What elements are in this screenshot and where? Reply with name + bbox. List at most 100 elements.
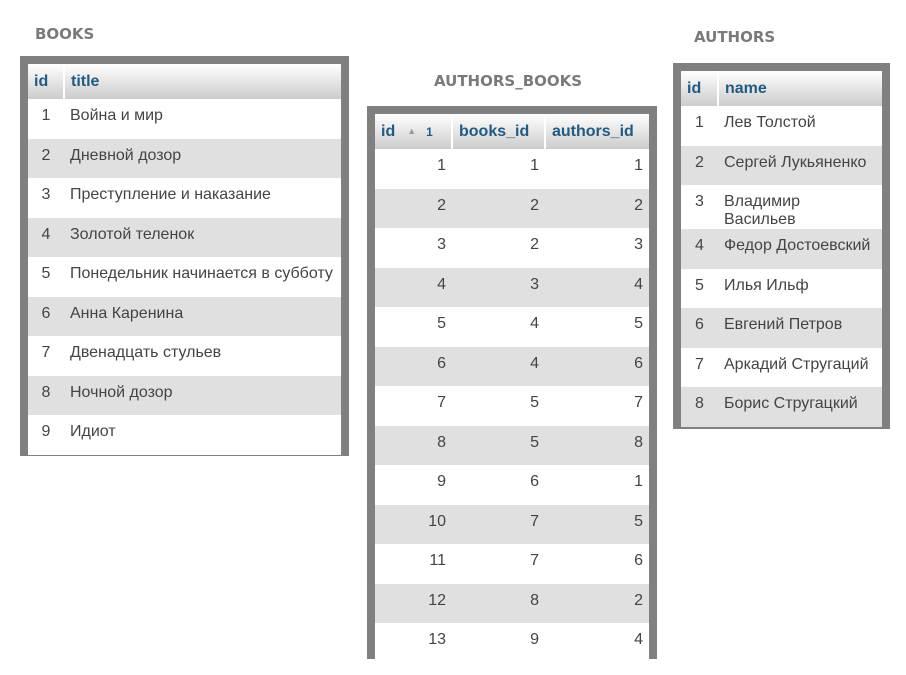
cell-id: 2 [375,188,452,228]
cell-id: 8 [375,425,452,465]
authors-row[interactable]: 8 Борис Стругацкий [681,387,882,427]
books-caption: BOOKS [35,25,95,43]
cell-books-id: 5 [452,425,545,465]
books-header-row: id title [28,64,341,99]
authors-row[interactable]: 1 Лев Толстой [681,106,882,146]
books-row[interactable]: 7 Двенадцать стульев [28,336,341,376]
cell-id: 6 [681,308,718,348]
books-col-title[interactable]: title [64,64,341,99]
cell-name: Евгений Петров [718,308,882,348]
cell-books-id: 9 [452,623,545,663]
authors-table-frame: id name 1 Лев Толстой 2 Сергей Лукьяненко 3 В… [673,63,890,429]
cell-id: 6 [28,296,64,336]
cell-books-id: 7 [452,544,545,584]
cell-id: 6 [375,346,452,386]
cell-title: Дневной дозор [64,138,341,178]
cell-name: Сергей Лукьяненко [718,145,882,185]
authors-row[interactable]: 5 Илья Ильф [681,268,882,308]
books-row[interactable]: 6 Анна Каренина [28,296,341,336]
authors-books-row[interactable]: 961 [375,465,649,505]
authors-books-row[interactable]: 13 9 4 [375,623,649,663]
cell-id: 8 [681,387,718,427]
cell-id: 12 [375,583,452,623]
books-row[interactable]: 4 Золотой теленок [28,217,341,257]
authors-col-id[interactable]: id [681,71,719,106]
authors-books-row[interactable]: 434 [375,267,649,307]
authors-row[interactable]: 7 Аркадий Стругаций [681,347,882,387]
cell-books-id: 2 [452,188,545,228]
authors-books-row[interactable]: 12 8 2 [375,583,649,623]
authors-books-table: id ▲ 1 books_id authors_id 111222323434545… [375,114,649,663]
authors-books-row[interactable]: 222 [375,188,649,228]
cell-authors-id: 1 [545,465,649,505]
authors-caption: AUTHORS [694,28,776,46]
authors-books-row[interactable]: 111 [375,149,649,189]
cell-id: 13 [375,623,452,663]
cell-authors-id: 6 [545,346,649,386]
cell-title: Преступление и наказание [64,178,341,218]
authors-books-row[interactable]: 646 [375,346,649,386]
sort-ascending-icon[interactable]: ▲ [407,126,416,136]
cell-books-id: 3 [452,267,545,307]
cell-id: 2 [681,145,718,185]
authors-body: 1 Лев Толстой 2 Сергей Лукьяненко 3 Владимир … [681,106,882,427]
sort-order: 1 [426,124,433,139]
cell-id: 5 [375,307,452,347]
authors-row[interactable]: 6 Евгений Петров [681,308,882,348]
cell-title: Золотой теленок [64,217,341,257]
authors-row[interactable]: 2 Сергей Лукьяненко [681,145,882,185]
cell-name: Илья Ильф [718,268,882,308]
cell-authors-id: 7 [545,386,649,426]
cell-authors-id: 5 [545,307,649,347]
books-row[interactable]: 2 Дневной дозор [28,138,341,178]
cell-title: Понедельник начинается в субботу [64,257,341,297]
authors-books-row[interactable]: 323 [375,228,649,268]
books-row[interactable]: 5 Понедельник начинается в субботу [28,257,341,297]
cell-authors-id: 3 [545,228,649,268]
cell-id: 11 [375,544,452,584]
cell-name: Владимир Васильев [718,185,882,229]
cell-id: 9 [375,465,452,505]
authors-books-row[interactable]: 858 [375,425,649,465]
cell-id: 7 [28,336,64,376]
authors-books-row[interactable]: 11 7 6 [375,544,649,584]
cell-name: Лев Толстой [718,106,882,146]
authors-books-row[interactable]: 757 [375,386,649,426]
cell-books-id: 7 [452,504,545,544]
cell-authors-id: 2 [545,583,649,623]
cell-id: 7 [375,386,452,426]
cell-title: Война и мир [64,99,341,139]
cell-id: 10 [375,504,452,544]
cell-id: 5 [681,268,718,308]
cell-id: 4 [28,217,64,257]
cell-id: 3 [681,185,718,229]
cell-id: 2 [28,138,64,178]
cell-books-id: 4 [452,307,545,347]
books-row[interactable]: 9 Идиот [28,415,341,455]
cell-authors-id: 8 [545,425,649,465]
books-col-id[interactable]: id [28,64,65,99]
authors-books-row[interactable]: 545 [375,307,649,347]
authors-col-name[interactable]: name [718,71,882,106]
authors-books-col-books-id[interactable]: books_id [452,114,546,149]
authors-books-col-authors-id[interactable]: authors_id [545,114,649,149]
cell-id: 3 [375,228,452,268]
authors-books-col-id[interactable]: id ▲ 1 [375,114,453,149]
cell-authors-id: 4 [545,267,649,307]
cell-id: 1 [681,106,718,146]
books-row[interactable]: 8 Ночной дозор [28,375,341,415]
cell-id: 7 [681,347,718,387]
cell-title: Ночной дозор [64,375,341,415]
books-row[interactable]: 3 Преступление и наказание [28,178,341,218]
authors-row[interactable]: 3 Владимир Васильев [681,185,882,229]
cell-id: 3 [28,178,64,218]
cell-books-id: 1 [452,149,545,189]
books-row[interactable]: 1 Война и мир [28,99,341,139]
authors-books-row[interactable]: 10 7 5 [375,504,649,544]
authors-books-body: 1 1 1 2 2 2 3 2 3 4 3 4 5 4 5 6 4 6 7 5 7 8 5 8 9 6 1 10 7 5 11 7 6 12 8 2 1… [375,149,649,663]
cell-books-id: 6 [452,465,545,505]
cell-name: Аркадий Стругаций [718,347,882,387]
authors-row[interactable]: 4 Федор Достоевский [681,229,882,269]
books-table-frame: id title 1 Война и мир 2 Дневной дозор 3 Прес… [20,56,349,456]
cell-books-id: 2 [452,228,545,268]
